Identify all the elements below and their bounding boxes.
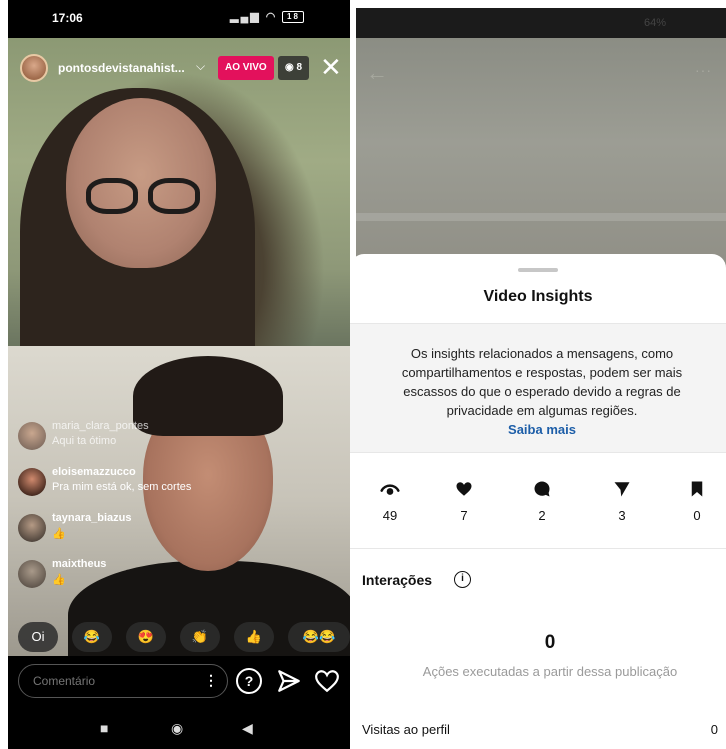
viewer-count[interactable]: ◉ 8 [278, 56, 310, 80]
comment-text: 👍 [52, 528, 66, 540]
bookmark-icon [691, 481, 703, 497]
glasses [86, 178, 204, 218]
video-preview: ← ··· [356, 38, 726, 270]
comment-item: eloisemazzucco Pra mim está ok, sem cort… [18, 464, 338, 510]
comment-item: taynara_biazus 👍 [18, 510, 338, 556]
comment-username[interactable]: eloisemazzucco [52, 466, 136, 478]
more-options-icon[interactable]: ··· [695, 62, 712, 78]
status-bar: 64% [356, 8, 726, 38]
profile-visits-value: 0 [710, 722, 718, 737]
eye-icon: ◉ [285, 62, 297, 73]
metric-views: 49 [370, 480, 410, 523]
comment-item: maria_clara_pontes Aqui ta ótimo [18, 418, 338, 464]
comment-text: 👍 [52, 574, 66, 586]
comment-composer: ⋮ ? [8, 656, 350, 708]
signal-icon: ▂▄▆ [230, 11, 261, 23]
comment-text: Aqui ta ótimo [52, 435, 117, 447]
reaction-button[interactable]: Oi [18, 622, 58, 652]
send-icon [614, 482, 630, 497]
host-video [8, 38, 350, 388]
comment-icon [534, 481, 550, 497]
info-icon[interactable]: i [454, 571, 471, 588]
reaction-button[interactable]: 😂😂😂 [288, 622, 350, 674]
back-icon[interactable]: ◀ [242, 720, 253, 736]
live-stream-panel: 17:06 ▂▄▆ ◠ 18 pontosdevistanahist... ⌵ … [8, 0, 350, 749]
wifi-icon: ◠ [265, 11, 278, 23]
privacy-notice: Os insights relacionados a mensagens, co… [350, 324, 726, 452]
screenshot-root: 17:06 ▂▄▆ ◠ 18 pontosdevistanahist... ⌵ … [0, 0, 726, 749]
back-arrow-icon[interactable]: ← [366, 60, 388, 86]
interactions-title: Interações [362, 572, 433, 588]
avatar[interactable] [18, 560, 46, 588]
reaction-button[interactable]: 👏 [180, 622, 220, 652]
sheet-handle[interactable] [518, 268, 558, 272]
question-icon[interactable]: ? [236, 668, 262, 694]
comment-username[interactable]: taynara_biazus [52, 512, 131, 524]
live-badge: AO VIVO [218, 56, 274, 80]
notice-text-block: Os insights relacionados a mensagens, co… [384, 344, 700, 439]
avatar[interactable] [18, 468, 46, 496]
insights-panel: 64% ← ··· Video Insights Os insights rel… [350, 0, 726, 749]
reaction-button[interactable]: 😍 [126, 622, 166, 652]
sheet-title: Video Insights [483, 288, 593, 305]
profile-visits-label: Visitas ao perfil [362, 722, 450, 737]
wall-edge [356, 213, 726, 221]
chevron-down-icon[interactable]: ⌵ [196, 59, 205, 74]
comment-username[interactable]: maria_clara_pontes [52, 420, 149, 432]
comment-item: maixtheus 👍 [18, 556, 338, 602]
eye-icon [380, 484, 400, 495]
battery-icon: 18 [282, 11, 305, 24]
heart-icon[interactable] [314, 668, 340, 694]
metric-value: 2 [538, 508, 546, 523]
avatar[interactable] [18, 514, 46, 542]
reaction-button[interactable]: 😂 [72, 622, 112, 652]
host-username[interactable]: pontosdevistanahist... [58, 61, 185, 75]
status-icons: ▂▄▆ ◠ 18 [230, 10, 305, 24]
interactions-caption: Ações executadas a partir dessa publicaç… [422, 664, 678, 679]
metric-value: 49 [382, 508, 398, 523]
battery-level: 64% [643, 17, 666, 29]
metric-shares: 3 [602, 480, 642, 523]
divider [350, 548, 726, 549]
comments-list: maria_clara_pontes Aqui ta ótimo eloisem… [18, 418, 338, 602]
metric-saves: 0 [677, 480, 717, 523]
metric-value: 0 [693, 508, 701, 523]
learn-more-link[interactable]: Saiba mais [384, 420, 700, 439]
quick-reactions: Oi 😂 😍 👏 👍 😂😂😂 [18, 622, 350, 674]
heart-icon [456, 482, 472, 496]
avatar[interactable] [18, 422, 46, 450]
metric-likes: 7 [444, 480, 484, 523]
metric-value: 3 [618, 508, 626, 523]
interactions-total: 0 [544, 632, 556, 653]
metric-value: 7 [460, 508, 468, 523]
comment-text: Pra mim está ok, sem cortes [52, 481, 192, 493]
stream-header: pontosdevistanahist... ⌵ AO VIVO ◉ 8 ✕ [20, 52, 350, 84]
recents-icon[interactable]: ■ [100, 720, 108, 736]
divider [350, 452, 726, 453]
metric-comments: 2 [522, 480, 562, 523]
insights-sheet: Video Insights Os insights relacionados … [350, 254, 726, 749]
android-nav-bar: ■ ◉ ◀ [8, 708, 350, 749]
reaction-button[interactable]: 👍 [234, 622, 274, 652]
notice-text: Os insights relacionados a mensagens, co… [401, 346, 683, 418]
comment-input[interactable] [18, 664, 228, 698]
more-options-icon[interactable]: ⋮ [204, 670, 218, 690]
send-icon[interactable] [276, 668, 302, 694]
close-icon[interactable]: ✕ [320, 52, 342, 82]
comment-username[interactable]: maixtheus [52, 558, 106, 570]
viewer-count-value: 8 [296, 62, 303, 73]
home-icon[interactable]: ◉ [171, 720, 183, 736]
host-avatar[interactable] [20, 54, 48, 82]
status-time: 17:06 [52, 11, 83, 25]
status-bar: 17:06 ▂▄▆ ◠ 18 [8, 0, 350, 38]
